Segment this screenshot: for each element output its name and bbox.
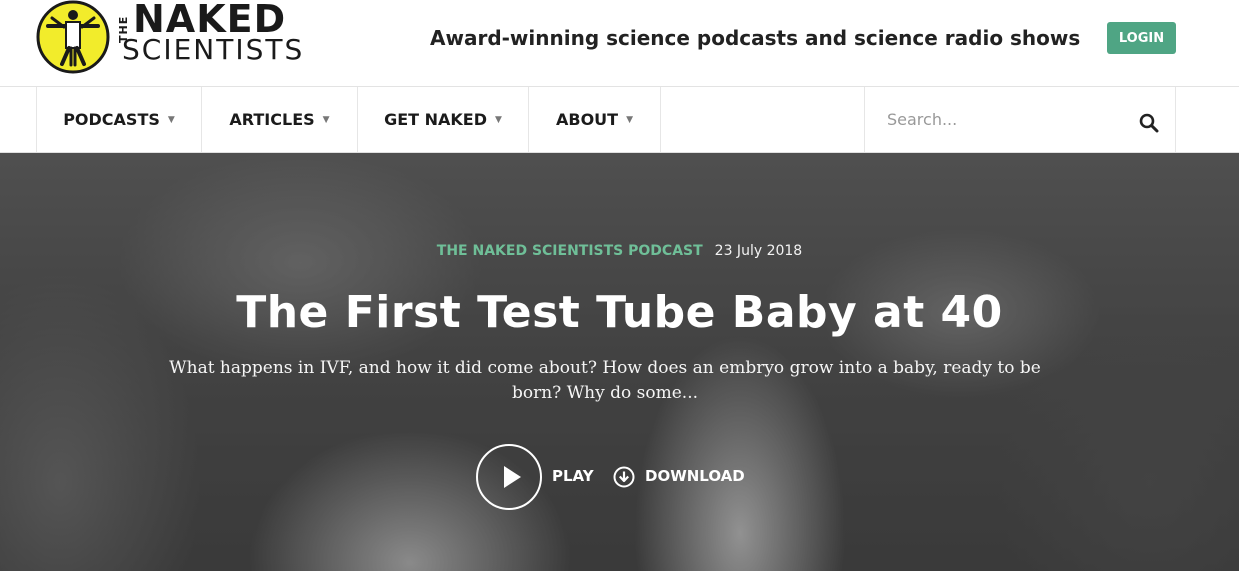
nav-item-podcasts[interactable]: PODCASTS ▼ [36,87,201,152]
site-logo[interactable]: THE NAKED SCIENTISTS [36,0,346,74]
play-icon [504,466,521,488]
logo-word-scientists: SCIENTISTS [122,33,305,66]
search-icon[interactable] [1139,113,1159,133]
caret-down-icon: ▼ [167,114,175,125]
caret-down-icon: ▼ [322,114,330,125]
nav-item-about[interactable]: ABOUT ▼ [528,87,660,152]
download-label[interactable]: DOWNLOAD [645,467,745,485]
site-header: THE NAKED SCIENTISTS Award-winning scien… [0,0,1239,87]
nav-item-articles[interactable]: ARTICLES ▼ [201,87,357,152]
nav-item-label: ARTICLES [229,110,315,129]
main-nav: PODCASTS ▼ ARTICLES ▼ GET NAKED ▼ ABOUT … [0,87,1239,153]
caret-down-icon: ▼ [626,114,633,125]
nav-item-get-naked[interactable]: GET NAKED ▼ [357,87,528,152]
hero-description: What happens in IVF, and how it did come… [169,358,1041,403]
play-label[interactable]: PLAY [552,467,594,485]
hero-title[interactable]: The First Test Tube Baby at 40 [0,287,1239,338]
nav-item-label: PODCASTS [63,110,160,129]
download-icon[interactable] [613,466,635,488]
hero-meta: THE NAKED SCIENTISTS PODCAST 23 July 2018 [0,243,1239,259]
nav-item-label: GET NAKED [384,110,487,129]
search-input[interactable] [865,87,1115,152]
play-button[interactable] [476,444,542,510]
site-tagline: Award-winning science podcasts and scien… [430,26,1081,50]
hero-date: 23 July 2018 [714,243,803,259]
nav-item-label: ABOUT [555,110,619,129]
hero-banner: THE NAKED SCIENTISTS PODCAST 23 July 2018… [0,153,1239,571]
login-button[interactable]: LOGIN [1107,22,1176,54]
caret-down-icon: ▼ [495,114,502,125]
vitruvian-scientist-logo-icon [36,0,110,74]
nav-divider [660,87,661,152]
search-box [864,87,1176,152]
hero-category-link[interactable]: THE NAKED SCIENTISTS PODCAST [437,243,703,259]
